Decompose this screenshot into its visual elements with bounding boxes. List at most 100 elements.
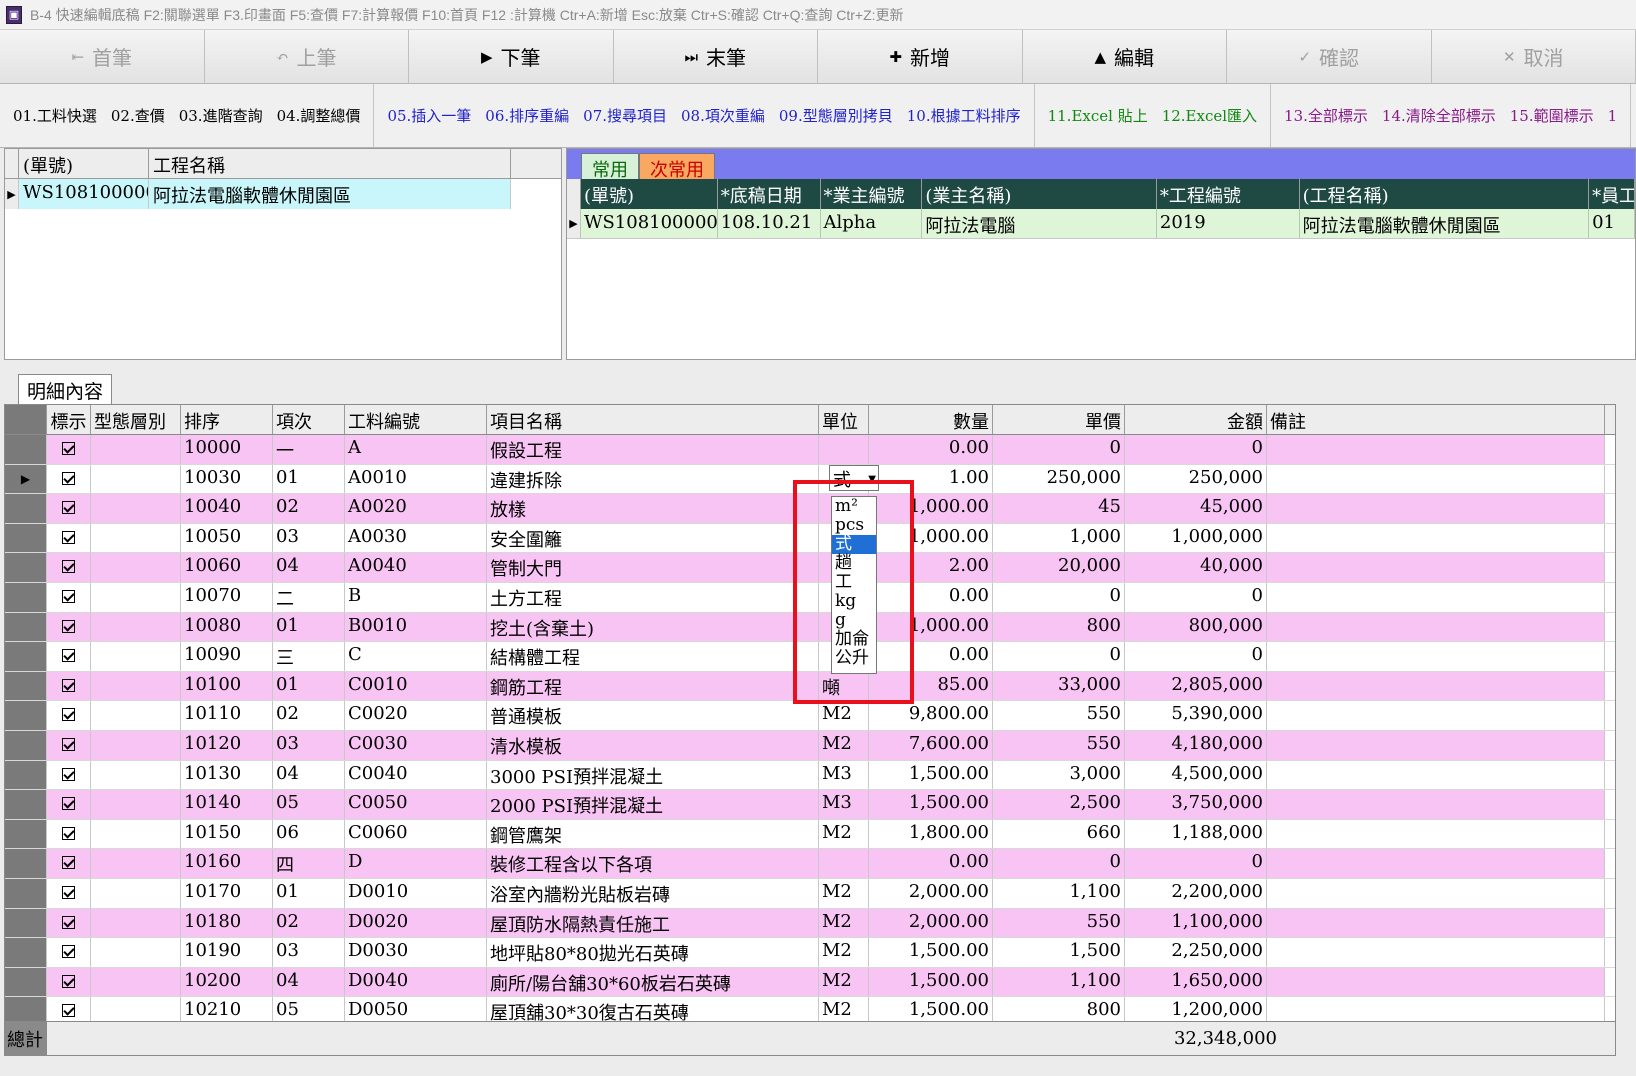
material-code-cell[interactable]: C0040 xyxy=(345,760,487,790)
note-cell[interactable] xyxy=(1267,523,1605,553)
checkbox-checked-icon[interactable] xyxy=(62,560,75,574)
unit-option[interactable]: 工 xyxy=(832,573,876,592)
type-level-cell[interactable] xyxy=(91,494,181,523)
checkbox-checked-icon[interactable] xyxy=(62,501,75,515)
current-row-indicator-icon[interactable]: ▶ xyxy=(5,464,47,494)
checkbox-checked-icon[interactable] xyxy=(62,737,75,751)
excel-paste-button[interactable]: 11.Excel 貼上 xyxy=(1041,105,1155,126)
table-row[interactable]: 10170 01 D0010 浴室內牆粉光貼板岩磚 M2 2,000.00 1,100 2,2… xyxy=(5,878,1615,909)
order-cell[interactable]: 10180 xyxy=(181,908,273,938)
note-cell[interactable] xyxy=(1267,642,1605,671)
table-row[interactable]: 10190 03 D0030 地坪貼80*80拋光石英磚 M2 1,500.00 1,500… xyxy=(5,938,1615,968)
item-cell[interactable]: 三 xyxy=(273,642,345,671)
column-header-owner-name[interactable]: (業主名稱) xyxy=(922,179,1157,209)
column-header-employee[interactable]: *員工 xyxy=(1589,179,1635,209)
note-cell[interactable] xyxy=(1267,494,1605,523)
unit-price-cell[interactable]: 20,000 xyxy=(993,553,1125,582)
table-row[interactable]: 10080 01 B0010 挖土(含棄土) 1,000.00 800 800,000 xyxy=(5,612,1615,643)
checkbox-checked-icon[interactable] xyxy=(62,619,75,633)
range-mark-button[interactable]: 15.範圍標示 xyxy=(1503,105,1601,126)
column-header-unit[interactable]: 單位 xyxy=(819,405,869,434)
table-row[interactable]: 10070 二 B 土方工程 0.00 0 0 xyxy=(5,582,1615,613)
type-level-cell[interactable] xyxy=(91,435,181,464)
column-header-doc-no[interactable]: (單號) xyxy=(19,149,149,178)
unit-option[interactable]: 式 xyxy=(832,535,876,554)
checkbox-checked-icon[interactable] xyxy=(62,945,75,959)
material-code-cell[interactable]: A0030 xyxy=(345,523,487,553)
unit-cell[interactable]: M2 xyxy=(819,938,869,967)
item-name-cell[interactable]: 屋頂防水隔熱責任施工 xyxy=(487,908,819,938)
quantity-cell[interactable]: 1,500.00 xyxy=(869,790,993,819)
flag-cell[interactable] xyxy=(47,582,91,612)
checkbox-checked-icon[interactable] xyxy=(62,708,75,722)
unit-cell[interactable]: M2 xyxy=(819,819,869,849)
type-level-cell[interactable] xyxy=(91,671,181,701)
unit-price-cell[interactable]: 800 xyxy=(993,612,1125,642)
unit-price-cell[interactable]: 550 xyxy=(993,701,1125,730)
quantity-cell[interactable]: 7,600.00 xyxy=(869,730,993,760)
flag-cell[interactable] xyxy=(47,435,91,464)
order-cell[interactable]: 10130 xyxy=(181,760,273,790)
note-cell[interactable] xyxy=(1267,701,1605,730)
flag-cell[interactable] xyxy=(47,849,91,878)
material-code-cell[interactable]: C0030 xyxy=(345,730,487,760)
checkbox-checked-icon[interactable] xyxy=(62,471,75,485)
item-cell[interactable]: 02 xyxy=(273,701,345,730)
material-code-cell[interactable]: C xyxy=(345,642,487,671)
unit-price-cell[interactable]: 550 xyxy=(993,730,1125,760)
order-cell[interactable]: 10080 xyxy=(181,612,273,642)
amount-cell[interactable]: 0 xyxy=(1125,435,1267,464)
table-row[interactable]: 10120 03 C0030 清水模板 M2 7,600.00 550 4,180,000 xyxy=(5,730,1615,761)
quantity-cell[interactable]: 9,800.00 xyxy=(869,701,993,730)
order-cell[interactable]: 10190 xyxy=(181,938,273,967)
material-code-cell[interactable]: A0020 xyxy=(345,494,487,523)
row-selector[interactable] xyxy=(5,878,47,908)
insert-row-button[interactable]: 05.插入一筆 xyxy=(380,105,478,126)
row-selector[interactable] xyxy=(5,523,47,553)
doc-no-cell[interactable]: WS1081000003 xyxy=(19,179,149,209)
item-name-cell[interactable]: 2000 PSI預拌混凝土 xyxy=(487,790,819,819)
clear-marks-button[interactable]: 14.清除全部標示 xyxy=(1375,105,1503,126)
item-cell[interactable]: 01 xyxy=(273,878,345,908)
material-code-cell[interactable]: A xyxy=(345,435,487,464)
unit-price-cell[interactable]: 33,000 xyxy=(993,671,1125,701)
table-row[interactable]: 10000 一 A 假設工程 0.00 0 0 xyxy=(5,435,1615,465)
draft-date-cell[interactable]: 108.10.21 xyxy=(718,209,821,238)
note-cell[interactable] xyxy=(1267,967,1605,997)
item-name-cell[interactable]: 裝修工程含以下各項 xyxy=(487,849,819,878)
note-cell[interactable] xyxy=(1267,671,1605,701)
project-name-cell[interactable]: 阿拉法電腦軟體休閒園區 xyxy=(1300,209,1590,238)
amount-cell[interactable]: 250,000 xyxy=(1125,464,1267,494)
column-header-material-code[interactable]: 工料編號 xyxy=(345,405,487,434)
item-name-cell[interactable]: 挖土(含棄土) xyxy=(487,612,819,642)
project-list-row[interactable]: ▶ WS1081000003 阿拉法電腦軟體休閒園區 xyxy=(5,179,561,209)
checkbox-checked-icon[interactable] xyxy=(62,1004,75,1018)
unit-cell[interactable]: M2 xyxy=(819,701,869,730)
item-name-cell[interactable]: 廁所/陽台舖30*60板岩石英磚 xyxy=(487,967,819,997)
order-cell[interactable]: 10100 xyxy=(181,671,273,701)
copy-type-level-button[interactable]: 09.型態層別拷貝 xyxy=(772,105,900,126)
flag-cell[interactable] xyxy=(47,790,91,819)
note-cell[interactable] xyxy=(1267,790,1605,819)
quantity-cell[interactable]: 1,000.00 xyxy=(869,494,993,523)
order-cell[interactable]: 10160 xyxy=(181,849,273,878)
item-name-cell[interactable]: 假設工程 xyxy=(487,435,819,464)
flag-cell[interactable] xyxy=(47,612,91,642)
unit-cell[interactable] xyxy=(819,849,869,878)
owner-name-cell[interactable]: 阿拉法電腦 xyxy=(922,209,1157,238)
amount-cell[interactable]: 1,650,000 xyxy=(1125,967,1267,997)
type-level-cell[interactable] xyxy=(91,730,181,760)
unit-cell[interactable]: M2 xyxy=(819,908,869,938)
flag-cell[interactable] xyxy=(47,908,91,938)
quantity-cell[interactable]: 1,000.00 xyxy=(869,612,993,642)
checkbox-checked-icon[interactable] xyxy=(62,589,75,603)
unit-option[interactable]: kg xyxy=(832,592,876,611)
item-cell[interactable]: 01 xyxy=(273,464,345,494)
unit-price-cell[interactable]: 1,100 xyxy=(993,967,1125,997)
type-level-cell[interactable] xyxy=(91,849,181,878)
item-cell[interactable]: 02 xyxy=(273,908,345,938)
prev-record-button[interactable]: ↶ 上筆 xyxy=(204,30,409,83)
note-cell[interactable] xyxy=(1267,819,1605,849)
item-name-cell[interactable]: 清水模板 xyxy=(487,730,819,760)
type-level-cell[interactable] xyxy=(91,523,181,553)
